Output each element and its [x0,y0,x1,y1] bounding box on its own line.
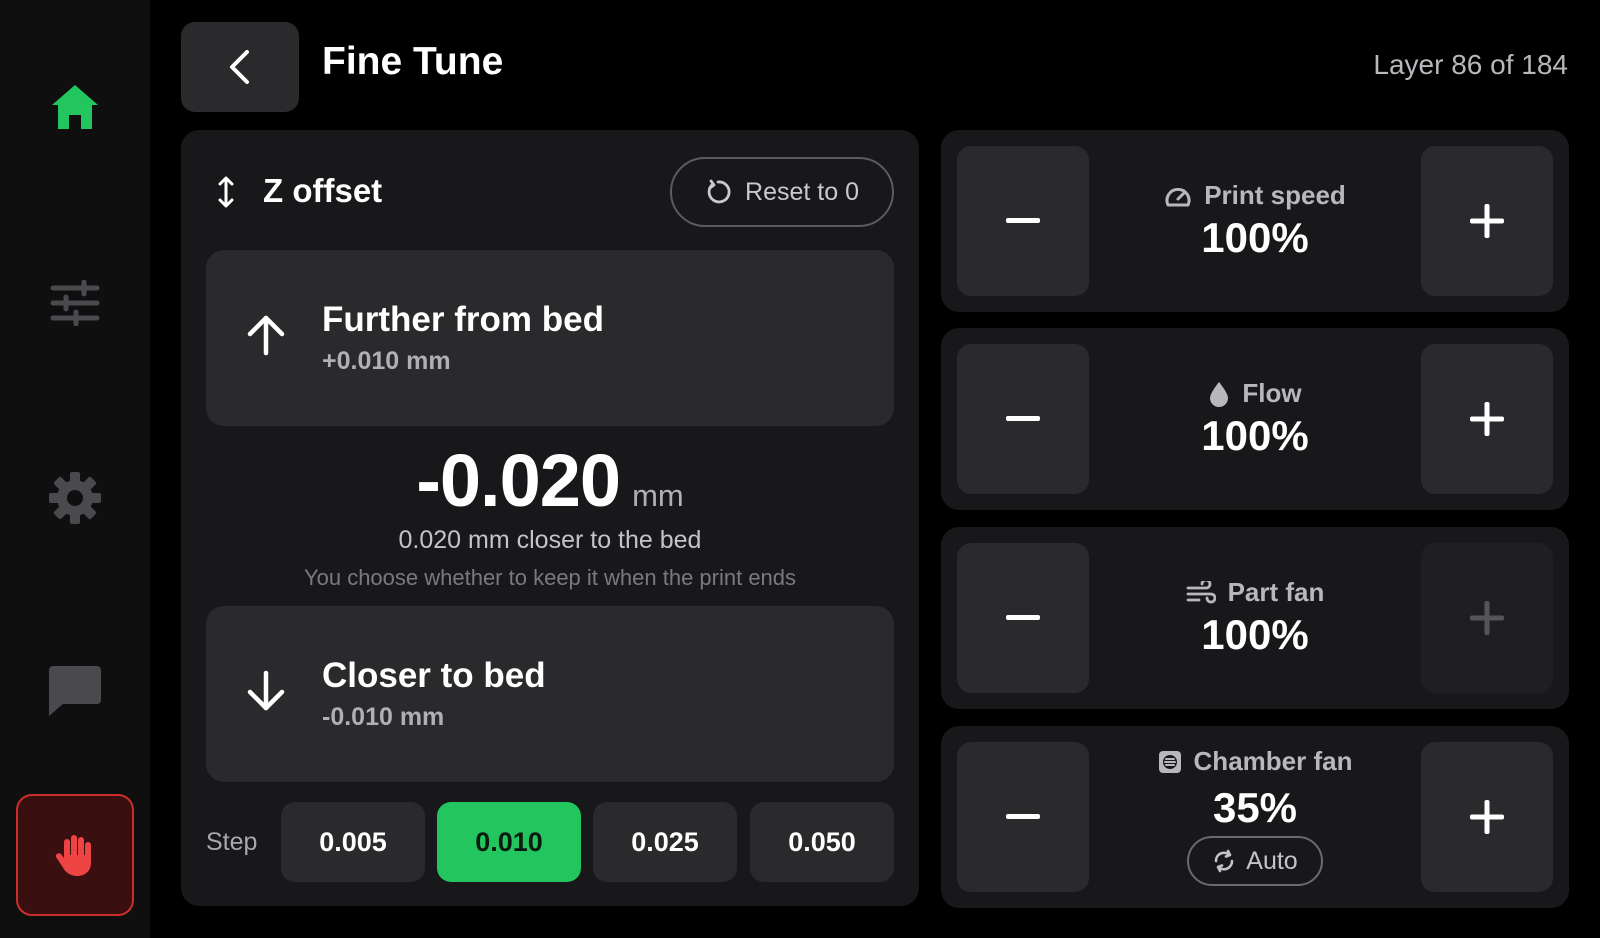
reset-icon [707,179,731,204]
emergency-stop-button[interactable] [16,794,134,916]
part-fan-label: Part fan [1227,577,1325,607]
hand-stop-icon [55,835,91,876]
sidebar-item-settings[interactable] [0,453,150,543]
part-fan-card: Part fan 100% [941,527,1569,709]
closer-delta: -0.010 mm [322,703,445,731]
further-delta: +0.010 mm [322,347,451,375]
gear-icon [49,472,101,524]
chamber-fan-icon [1158,750,1181,773]
part-fan-increase-button[interactable] [1421,543,1553,693]
sidebar [0,0,150,938]
z-offset-readout: -0.020 mm [181,438,919,523]
step-label: Step [206,828,258,856]
chamber-fan-card: Chamber fan 35% Auto [941,726,1569,908]
z-offset-unit: mm [632,478,684,513]
plus-icon [1470,800,1504,834]
closer-title: Closer to bed [322,656,546,695]
reset-z-offset-button[interactable]: Reset to 0 [670,157,894,227]
arrow-up-icon [247,315,285,356]
up-down-arrows-icon [218,176,234,208]
print-speed-card: Print speed 100% [941,130,1569,312]
sidebar-item-messages[interactable] [0,646,150,736]
further-from-bed-button[interactable]: Further from bed +0.010 mm [206,250,894,426]
auto-label: Auto [1246,846,1298,875]
home-icon [52,85,98,129]
z-offset-title: Z offset [263,172,383,209]
page-title: Fine Tune [322,40,504,83]
chamber-fan-increase-button[interactable] [1421,742,1553,892]
chamber-fan-label: Chamber fan [1193,746,1353,776]
z-offset-description: 0.020 mm closer to the bed [398,526,702,554]
z-offset-value: -0.020 [416,439,621,522]
wind-icon [1186,580,1216,603]
print-speed-increase-button[interactable] [1421,146,1553,296]
sidebar-item-home[interactable] [0,62,150,152]
print-speed-label: Print speed [1204,180,1346,210]
chevron-left-icon [230,50,249,84]
z-offset-panel: Z offset Reset to 0 Further from bed +0.… [181,130,919,906]
step-button-0.005[interactable]: 0.005 [281,802,425,882]
flow-increase-button[interactable] [1421,344,1553,494]
droplet-icon [1210,381,1229,407]
plus-icon [1470,204,1504,238]
back-button[interactable] [181,22,299,112]
chamber-fan-auto-button[interactable]: Auto [1187,836,1323,886]
auto-sync-icon [1214,849,1234,873]
further-title: Further from bed [322,300,604,339]
sliders-icon [50,280,100,326]
sidebar-item-tune[interactable] [0,258,150,348]
plus-icon [1470,601,1504,635]
step-button-0.010[interactable]: 0.010 [437,802,581,882]
speedometer-icon [1165,187,1191,206]
flow-label: Flow [1242,378,1302,408]
step-button-0.050[interactable]: 0.050 [750,802,894,882]
chat-icon [49,666,101,716]
plus-icon [1470,402,1504,436]
step-button-0.025[interactable]: 0.025 [593,802,737,882]
arrow-down-icon [247,670,285,711]
layer-progress: Layer 86 of 184 [1373,49,1568,80]
flow-card: Flow 100% [941,328,1569,510]
z-offset-note: You choose whether to keep it when the p… [303,565,797,590]
reset-label: Reset to 0 [745,177,859,206]
closer-to-bed-button[interactable]: Closer to bed -0.010 mm [206,606,894,782]
